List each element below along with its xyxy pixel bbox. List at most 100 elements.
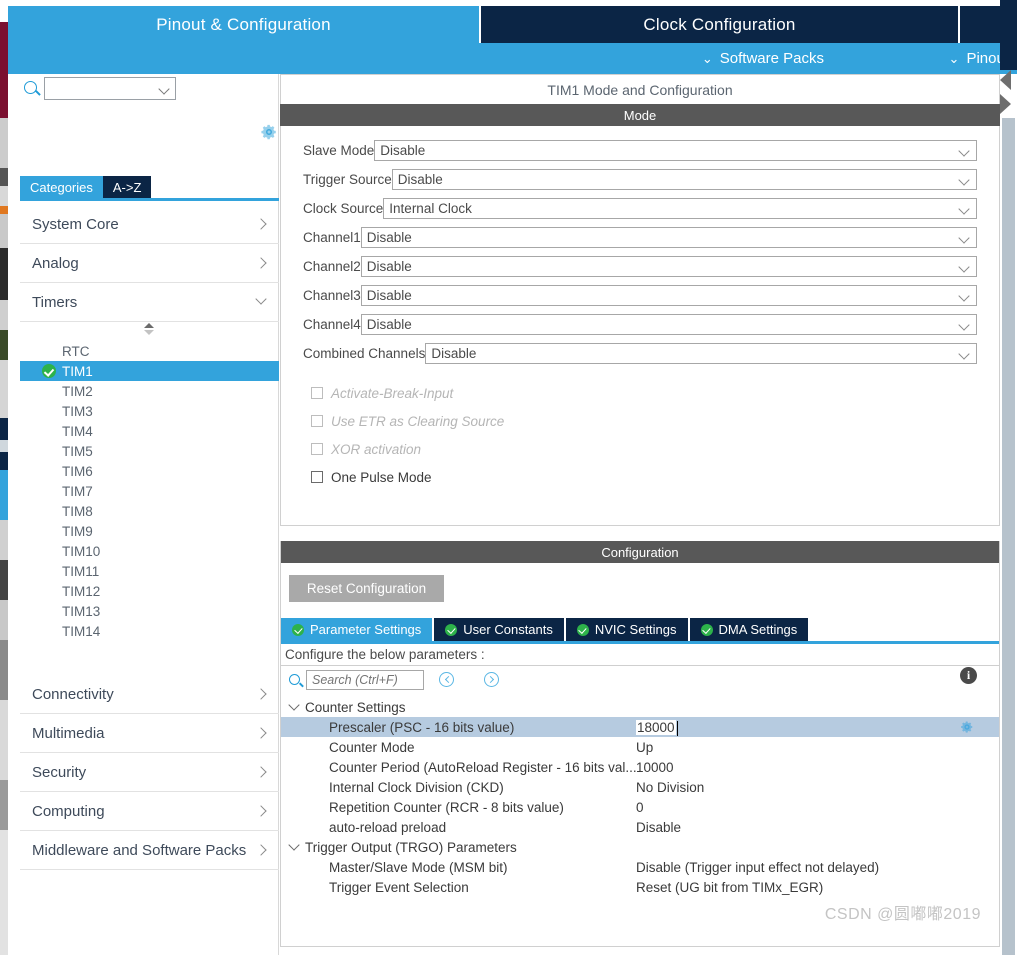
reset-configuration-button[interactable]: Reset Configuration — [289, 575, 444, 602]
timer-item-tim4[interactable]: TIM4 — [20, 421, 279, 441]
chevron-down-icon — [958, 290, 970, 302]
param-name: Master/Slave Mode (MSM bit) — [329, 859, 508, 875]
group-counter-settings[interactable]: Counter Settings — [281, 697, 999, 717]
sidebar-item-middleware-software-packs[interactable]: Middleware and Software Packs — [20, 831, 279, 870]
parameter-tree: Counter Settings Prescaler (PSC - 16 bit… — [281, 697, 999, 897]
checkbox-one-pulse-mode[interactable]: One Pulse Mode — [311, 466, 977, 488]
page-title-label: TIM1 Mode and Configuration — [547, 81, 733, 98]
checkbox-icon — [311, 387, 323, 399]
chevron-down-icon — [158, 83, 170, 95]
timer-item-tim7[interactable]: TIM7 — [20, 481, 279, 501]
param-row-prescaler[interactable]: Prescaler (PSC - 16 bits value) 18000 — [281, 717, 999, 737]
configuration-tabs: Parameter Settings User Constants NVIC S… — [281, 618, 810, 641]
chevron-down-icon — [958, 348, 970, 360]
scroll-left-icon[interactable] — [1000, 70, 1011, 90]
right-scrollbar-track[interactable] — [1002, 118, 1015, 955]
sidebar-tabs-underline — [20, 198, 279, 201]
group-title: Counter Settings — [305, 699, 406, 715]
window-edge-strip — [0, 0, 8, 955]
configuration-section-header: Configuration — [281, 541, 999, 563]
param-row-auto-reload-preload[interactable]: auto-reload preload Disable — [281, 817, 999, 837]
timer-item-tim6[interactable]: TIM6 — [20, 461, 279, 481]
sidebar-item-system-core[interactable]: System Core — [20, 205, 279, 244]
timer-item-tim2[interactable]: TIM2 — [20, 381, 279, 401]
timer-item-tim12[interactable]: TIM12 — [20, 581, 279, 601]
gear-icon[interactable] — [260, 123, 278, 141]
param-row-trigger-event-selection[interactable]: Trigger Event Selection Reset (UG bit fr… — [281, 877, 999, 897]
chevron-right-icon — [255, 766, 267, 778]
tab-categories[interactable]: Categories — [20, 176, 103, 198]
scroll-down-icon — [144, 330, 154, 335]
combined-channels-select[interactable]: Disable — [425, 343, 977, 364]
configuration-panel: Configuration Reset Configuration Parame… — [280, 541, 1000, 947]
sidebar: Categories A->Z System Core Analog Timer… — [8, 74, 279, 955]
timer-item-tim1[interactable]: TIM1 — [20, 361, 279, 381]
sidebar-item-analog[interactable]: Analog — [20, 244, 279, 283]
tab-parameter-settings[interactable]: Parameter Settings — [281, 618, 433, 641]
timer-item-tim14[interactable]: TIM14 — [20, 621, 279, 641]
timer-item-tim3[interactable]: TIM3 — [20, 401, 279, 421]
trigger-source-select[interactable]: Disable — [391, 169, 977, 190]
chevron-down-icon — [288, 699, 300, 711]
timer-list-scroll-spinner[interactable] — [142, 323, 156, 337]
tab-a-to-z-label: A->Z — [112, 179, 142, 195]
sidebar-item-label: Middleware and Software Packs — [32, 841, 247, 859]
param-row-master-slave-mode[interactable]: Master/Slave Mode (MSM bit) Disable (Tri… — [281, 857, 999, 877]
tab-pinout-configuration[interactable]: Pinout & Configuration — [8, 6, 481, 43]
sidebar-item-multimedia[interactable]: Multimedia — [20, 714, 279, 753]
timer-item-label: TIM12 — [62, 583, 101, 599]
channel3-select[interactable]: Disable — [360, 285, 977, 306]
timer-item-tim9[interactable]: TIM9 — [20, 521, 279, 541]
tab-dma-settings[interactable]: DMA Settings — [689, 618, 809, 641]
scroll-up-icon — [144, 323, 154, 328]
tab-a-to-z[interactable]: A->Z — [102, 176, 152, 198]
search-input[interactable] — [306, 670, 424, 690]
channel1-select[interactable]: Disable — [360, 227, 977, 248]
sidebar-categories-bottom: Connectivity Multimedia Security Computi… — [20, 675, 279, 870]
timer-item-tim8[interactable]: TIM8 — [20, 501, 279, 521]
sidebar-item-connectivity[interactable]: Connectivity — [20, 675, 279, 714]
search-prev-button[interactable] — [439, 672, 454, 687]
clock-source-select[interactable]: Internal Clock — [383, 198, 977, 219]
gear-icon[interactable] — [960, 720, 974, 734]
panel-scroll-arrows[interactable] — [1000, 70, 1014, 118]
search-next-button[interactable] — [484, 672, 499, 687]
slave-mode-select[interactable]: Disable — [374, 140, 977, 161]
channel2-select[interactable]: Disable — [360, 256, 977, 277]
checkbox-label: Use ETR as Clearing Source — [331, 413, 505, 429]
checkbox-label: Activate-Break-Input — [331, 385, 454, 401]
tab-user-constants[interactable]: User Constants — [434, 618, 564, 641]
info-icon[interactable]: i — [960, 667, 977, 684]
param-row-internal-clock-division[interactable]: Internal Clock Division (CKD) No Divisio… — [281, 777, 999, 797]
group-trigger-output-parameters[interactable]: Trigger Output (TRGO) Parameters — [281, 837, 999, 857]
scroll-right-icon[interactable] — [1000, 94, 1011, 114]
channel4-select[interactable]: Disable — [360, 314, 977, 335]
param-row-counter-period[interactable]: Counter Period (AutoReload Register - 16… — [281, 757, 999, 777]
param-value-input[interactable]: 18000 — [636, 719, 678, 736]
tab-parameter-settings-label: Parameter Settings — [310, 622, 422, 637]
timer-item-label: TIM1 — [62, 363, 93, 379]
field-trigger-source: Trigger Source Disable — [303, 169, 977, 190]
timer-item-rtc[interactable]: RTC — [20, 341, 279, 361]
right-edge-tab[interactable] — [1000, 0, 1017, 70]
tab-categories-label: Categories — [30, 179, 93, 195]
tab-clock-configuration[interactable]: Clock Configuration — [481, 6, 960, 43]
sidebar-item-timers[interactable]: Timers — [20, 283, 279, 322]
sidebar-item-computing[interactable]: Computing — [20, 792, 279, 831]
timer-item-tim13[interactable]: TIM13 — [20, 601, 279, 621]
chevron-down-icon — [958, 319, 970, 331]
search-icon — [289, 674, 300, 685]
param-row-counter-mode[interactable]: Counter Mode Up — [281, 737, 999, 757]
timer-item-tim10[interactable]: TIM10 — [20, 541, 279, 561]
param-name: Repetition Counter (RCR - 8 bits value) — [329, 799, 564, 815]
checkbox-icon[interactable] — [311, 471, 323, 483]
param-row-repetition-counter[interactable]: Repetition Counter (RCR - 8 bits value) … — [281, 797, 999, 817]
configuration-body: Reset Configuration Parameter Settings U… — [281, 563, 999, 946]
timer-item-tim5[interactable]: TIM5 — [20, 441, 279, 461]
timer-item-tim11[interactable]: TIM11 — [20, 561, 279, 581]
param-value: Disable (Trigger input effect not delaye… — [636, 859, 880, 875]
software-packs-menu[interactable]: ⌄ Software Packs — [702, 43, 824, 74]
sidebar-search-combo[interactable] — [44, 77, 176, 100]
tab-nvic-settings[interactable]: NVIC Settings — [565, 618, 688, 641]
sidebar-item-security[interactable]: Security — [20, 753, 279, 792]
